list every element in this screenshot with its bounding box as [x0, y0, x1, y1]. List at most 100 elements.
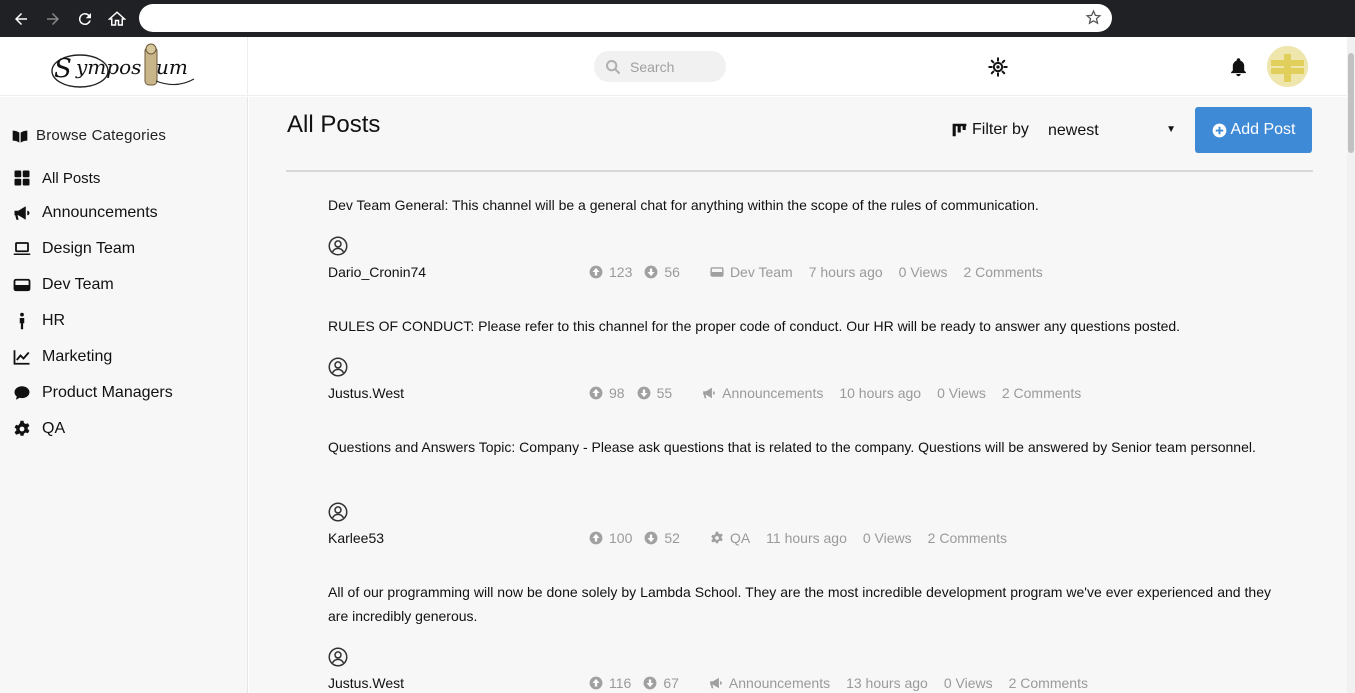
- main-content: All Posts Filter by newest ▼ Add Post De…: [249, 97, 1347, 693]
- sidebar-item-label: Product Managers: [42, 384, 173, 401]
- post-text[interactable]: All of our programming will now be done …: [328, 580, 1271, 628]
- sidebar-item-announcements[interactable]: Announcements: [12, 204, 158, 222]
- upvote-icon[interactable]: [589, 265, 603, 279]
- address-bar[interactable]: [139, 4, 1112, 32]
- upvote-icon[interactable]: [589, 386, 603, 400]
- downvote-icon[interactable]: [643, 676, 657, 690]
- sidebar-item-label: All Posts: [42, 169, 101, 187]
- post-text[interactable]: RULES OF CONDUCT: Please refer to this c…: [328, 314, 1271, 338]
- sidebar-item-label: HR: [42, 312, 66, 329]
- filter-bars-icon: [952, 123, 967, 137]
- post-item[interactable]: RULES OF CONDUCT: Please refer to this c…: [328, 314, 1271, 401]
- post-username[interactable]: Justus.West: [328, 675, 404, 691]
- browser-toolbar: [0, 0, 1355, 37]
- hdd-icon: [710, 265, 724, 279]
- open-book-icon: [12, 130, 28, 143]
- downvote-icon[interactable]: [644, 531, 658, 545]
- user-avatar[interactable]: [1267, 46, 1308, 87]
- post-comments[interactable]: 2 Comments: [928, 530, 1007, 546]
- upvote-icon[interactable]: [589, 531, 603, 545]
- svg-text:ympos: ympos: [75, 55, 141, 79]
- post-username[interactable]: Justus.West: [328, 385, 404, 401]
- symposium-logo[interactable]: S ympos um: [50, 41, 198, 93]
- bookmark-star-icon[interactable]: [1085, 9, 1102, 26]
- downvote-icon[interactable]: [644, 265, 658, 279]
- upvote-count: 98: [609, 385, 625, 401]
- downvote-count: 67: [663, 675, 679, 691]
- downvote-count: 56: [664, 264, 680, 280]
- post-views: 0 Views: [943, 675, 993, 691]
- post-category[interactable]: Dev Team: [730, 264, 793, 280]
- megaphone-icon: [709, 676, 723, 690]
- reload-icon[interactable]: [74, 8, 96, 30]
- browse-categories-label: Browse Categories: [36, 127, 167, 144]
- post-text[interactable]: Questions and Answers Topic: Company - P…: [328, 435, 1271, 459]
- post-views: 0 Views: [898, 264, 948, 280]
- home-icon[interactable]: [106, 8, 128, 30]
- title-divider: [286, 170, 1313, 172]
- post-meta: 98 55 Announcements 10 hours ago 0 Views…: [589, 385, 1081, 401]
- upvote-count: 123: [609, 264, 633, 280]
- post-views: 0 Views: [937, 385, 986, 401]
- laptop-icon: [13, 242, 31, 255]
- sort-select[interactable]: newest ▼: [1048, 119, 1180, 143]
- add-post-button[interactable]: Add Post: [1195, 107, 1312, 153]
- post-meta: 116 67 Announcements 13 hours ago 0 View…: [589, 675, 1088, 691]
- upvote-count: 116: [609, 675, 632, 691]
- downvote-icon[interactable]: [637, 386, 651, 400]
- sidebar-item-label: Dev Team: [42, 276, 114, 293]
- sidebar-item-label: QA: [42, 420, 66, 437]
- post-username[interactable]: Karlee53: [328, 530, 384, 546]
- back-arrow-icon[interactable]: [10, 8, 32, 30]
- sidebar-item-design-team[interactable]: Design Team: [12, 240, 135, 258]
- forward-arrow-icon[interactable]: [42, 8, 64, 30]
- gear-icon: [710, 531, 724, 545]
- svg-text:um: um: [156, 55, 188, 79]
- megaphone-icon: [14, 206, 30, 220]
- filter-label: Filter by: [972, 121, 1029, 138]
- sidebar-item-marketing[interactable]: Marketing: [12, 348, 112, 366]
- post-comments[interactable]: 2 Comments: [1009, 675, 1088, 691]
- post-category[interactable]: Announcements: [729, 675, 830, 691]
- post-category[interactable]: QA: [730, 530, 750, 546]
- user-circle-icon: [328, 502, 348, 522]
- page-scrollbar[interactable]: [1347, 37, 1355, 693]
- person-icon: [19, 312, 25, 330]
- gear-icon: [14, 420, 30, 436]
- search-icon: [606, 59, 620, 74]
- user-circle-icon: [328, 236, 348, 256]
- page-title: All Posts: [287, 111, 381, 138]
- theme-toggle-sun-icon[interactable]: [988, 57, 1008, 77]
- sidebar-item-hr[interactable]: HR: [12, 312, 65, 330]
- post-time: 11 hours ago: [766, 530, 847, 546]
- sidebar-item-product-managers[interactable]: Product Managers: [12, 384, 173, 402]
- sidebar-item-qa[interactable]: QA: [12, 420, 65, 438]
- scrollbar-thumb[interactable]: [1348, 53, 1354, 153]
- sidebar-item-dev-team[interactable]: Dev Team: [12, 276, 114, 294]
- sidebar-item-all-posts[interactable]: All Posts: [12, 169, 100, 187]
- post-comments[interactable]: 2 Comments: [963, 264, 1042, 280]
- post-item[interactable]: Questions and Answers Topic: Company - P…: [328, 435, 1271, 546]
- dropdown-caret-icon: ▼: [1166, 124, 1176, 135]
- search-box[interactable]: [594, 51, 726, 82]
- post-username[interactable]: Dario_Cronin74: [328, 264, 426, 280]
- post-meta: 100 52 QA 11 hours ago 0 Views 2 Comment…: [589, 530, 1007, 546]
- hdd-icon: [13, 278, 31, 292]
- post-category[interactable]: Announcements: [722, 385, 823, 401]
- post-comments[interactable]: 2 Comments: [1002, 385, 1081, 401]
- add-post-label: Add Post: [1230, 121, 1296, 138]
- plus-circle-icon: [1212, 123, 1226, 137]
- post-time: 7 hours ago: [808, 264, 883, 280]
- post-item[interactable]: All of our programming will now be done …: [328, 580, 1271, 691]
- search-input[interactable]: [630, 58, 720, 75]
- grid-icon: [14, 170, 30, 186]
- chart-line-icon: [13, 350, 30, 365]
- header-divider: [247, 37, 248, 96]
- post-item[interactable]: Dev Team General: This channel will be a…: [328, 193, 1271, 280]
- upvote-count: 100: [609, 530, 633, 546]
- post-text[interactable]: Dev Team General: This channel will be a…: [328, 193, 1271, 217]
- upvote-icon[interactable]: [589, 676, 603, 690]
- comment-icon: [14, 386, 30, 400]
- sidebar: Browse Categories All Posts Announcement…: [0, 97, 248, 693]
- notification-bell-icon[interactable]: [1228, 56, 1249, 78]
